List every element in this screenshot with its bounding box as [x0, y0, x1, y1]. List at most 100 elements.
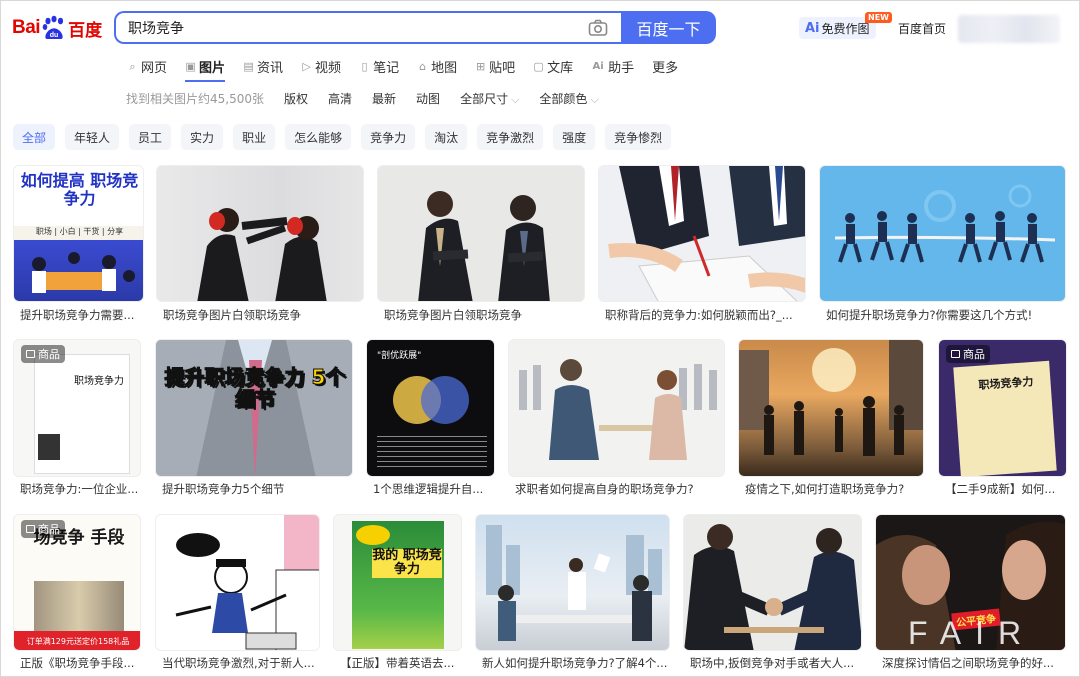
result-thumbnail[interactable]: 我的 职场竞争力 — [333, 514, 462, 651]
result-caption[interactable]: 职场竞争力:一位企业... — [20, 481, 141, 497]
result-thumbnail[interactable] — [155, 514, 320, 651]
tab-assistant[interactable]: Ai 助手 — [591, 55, 635, 77]
image-result[interactable]: 职场竞争力 商品 职场竞争力:一位企业... — [13, 339, 141, 499]
page: Bai du 百度 百度一下 Ai 免费作图 NEW 百度首页 ⌕ 网页 ▣图片 — [0, 0, 1080, 677]
image-result[interactable]: 新人如何提升职场竞争力?了解4个... — [475, 514, 671, 674]
result-caption[interactable]: 如何提升职场竞争力?你需要这几个方式! — [826, 307, 1066, 323]
tab-more[interactable]: 更多 — [652, 55, 678, 77]
image-result[interactable]: 职场竞争图片白领职场竞争 — [377, 165, 585, 323]
result-caption[interactable]: 职场竞争图片白领职场竞争 — [384, 307, 584, 323]
tab-label: 地图 — [431, 60, 458, 76]
result-thumbnail[interactable] — [738, 339, 924, 477]
search-input[interactable] — [128, 18, 568, 38]
text-lines — [377, 436, 487, 470]
logo-text-bai: Bai — [12, 17, 41, 38]
result-thumbnail[interactable] — [598, 165, 806, 302]
image-result[interactable]: 提升职场竞争力 5个细节 提升职场竞争力5个细节 — [155, 339, 353, 499]
filter-latest[interactable]: 最新 — [372, 90, 396, 107]
tag-chip[interactable]: 竞争力 — [361, 124, 416, 150]
image-result[interactable]: 职场中,扳倒竞争对手或者大人... — [683, 514, 863, 674]
venn-diagram — [393, 376, 469, 424]
tag-chip[interactable]: 职业 — [233, 124, 276, 150]
tag-chip[interactable]: 强度 — [553, 124, 596, 150]
tab-label: 更多 — [652, 60, 679, 76]
boxing-women-photo — [197, 208, 327, 301]
result-caption[interactable]: 职场中,扳倒竞争对手或者大人... — [690, 655, 862, 671]
tab-tieba[interactable]: ⊞ 贴吧 — [475, 55, 515, 77]
search-button[interactable]: 百度一下 — [621, 11, 716, 44]
baidu-home-link[interactable]: 百度首页 — [898, 20, 946, 37]
tab-images[interactable]: ▣ 图片 — [185, 55, 226, 82]
image-result[interactable]: 公平竞争 FAIR 深度探讨情侣之间职场竞争的好... — [875, 514, 1067, 674]
tab-news[interactable]: ▤ 资讯 — [243, 55, 283, 77]
document-icon: ▢ — [533, 59, 544, 73]
result-caption[interactable]: 【二手9成新】如何... — [945, 481, 1067, 497]
tab-wenku[interactable]: ▢ 文库 — [533, 55, 573, 77]
user-account-blurred[interactable] — [958, 15, 1060, 43]
tab-video[interactable]: ▷ 视频 — [301, 55, 341, 77]
result-caption[interactable]: 职场竞争图片白领职场竞争 — [163, 307, 363, 323]
tieba-icon: ⊞ — [475, 59, 486, 73]
result-thumbnail[interactable]: 场竞争 手段 订单满129元送定价158礼品 商品 — [13, 514, 141, 651]
image-result[interactable]: 我的 职场竞争力 【正版】带着英语去... — [333, 514, 463, 674]
image-result[interactable]: 职称背后的竞争力:如何脱颖而出?_... — [598, 165, 806, 323]
shopping-bag-icon — [26, 525, 35, 533]
result-thumbnail[interactable] — [475, 514, 670, 651]
image-result[interactable]: 当代职场竞争激烈,对于新人... — [155, 514, 321, 674]
tag-chip[interactable]: 竞争激烈 — [477, 124, 544, 150]
tab-label: 笔记 — [373, 60, 400, 76]
result-thumbnail[interactable] — [819, 165, 1066, 302]
result-thumbnail[interactable] — [683, 514, 862, 651]
tag-chip[interactable]: 实力 — [181, 124, 224, 150]
tab-map[interactable]: ⌂ 地图 — [417, 55, 457, 77]
result-thumbnail[interactable]: 提升职场竞争力 5个细节 — [155, 339, 353, 477]
tab-notes[interactable]: ▯ 笔记 — [359, 55, 400, 77]
result-thumbnail[interactable]: 公平竞争 FAIR — [875, 514, 1066, 651]
image-result[interactable]: 如何提升职场竞争力?你需要这几个方式! — [819, 165, 1067, 323]
tag-chip[interactable]: 全部 — [13, 124, 56, 150]
result-caption[interactable]: 正版《职场竞争手段... — [20, 655, 142, 671]
result-caption[interactable]: 1个思维逻辑提升自... — [373, 481, 495, 497]
image-result[interactable]: 求职者如何提高自身的职场竞争力? — [508, 339, 726, 499]
result-caption[interactable]: 【正版】带着英语去... — [340, 655, 462, 671]
image-result[interactable]: "剖优跃展" 1个思维逻辑提升自... — [366, 339, 496, 499]
result-caption[interactable]: 疫情之下,如何打造职场竞争力? — [745, 481, 925, 497]
logo-text-cn: 百度 — [68, 20, 103, 41]
filter-hd[interactable]: 高清 — [328, 90, 352, 107]
camera-icon[interactable] — [588, 19, 608, 37]
filter-animated[interactable]: 动图 — [416, 90, 440, 107]
result-thumbnail[interactable]: 如何提高 职场竞争力 职场 | 小白 | 干货 | 分享 — [13, 165, 144, 302]
result-caption[interactable]: 新人如何提升职场竞争力?了解4个... — [482, 655, 670, 671]
vertical-tabs: ⌕ 网页 ▣ 图片 ▤ 资讯 ▷ 视频 ▯ 笔记 ⌂ 地图 ⊞ 贴吧 ▢ 文库 Ai 助手 更多 — [127, 55, 678, 82]
result-thumbnail[interactable] — [377, 165, 585, 302]
tag-chip[interactable]: 年轻人 — [65, 124, 120, 150]
image-result[interactable]: 职场竞争力 商品 【二手9成新】如何... — [938, 339, 1067, 499]
result-thumbnail[interactable] — [508, 339, 725, 477]
baidu-logo[interactable]: Bai du 百度 — [12, 12, 102, 44]
related-tags: 全部 年轻人 员工 实力 职业 怎么能够 竞争力 淘汰 竞争激烈 强度 竞争惨烈 — [13, 124, 672, 150]
tag-chip[interactable]: 竞争惨烈 — [605, 124, 672, 150]
result-caption[interactable]: 深度探讨情侣之间职场竞争的好... — [882, 655, 1066, 671]
filter-copyright[interactable]: 版权 — [284, 90, 308, 107]
image-result[interactable]: 场竞争 手段 订单满129元送定价158礼品 商品 正版《职场竞争手段... — [13, 514, 142, 674]
image-result[interactable]: 职场竞争图片白领职场竞争 — [156, 165, 364, 323]
thumb-subtitle: 职场 | 小白 | 干货 | 分享 — [35, 227, 124, 236]
result-caption[interactable]: 提升职场竞争力5个细节 — [162, 481, 352, 497]
tag-chip[interactable]: 员工 — [129, 124, 172, 150]
result-caption[interactable]: 职称背后的竞争力:如何脱颖而出?_... — [605, 307, 805, 323]
result-thumbnail[interactable]: "剖优跃展" — [366, 339, 495, 477]
filter-size-dropdown[interactable]: 全部尺寸 — [460, 90, 519, 107]
result-caption[interactable]: 当代职场竞争激烈,对于新人... — [162, 655, 322, 671]
image-result[interactable]: 疫情之下,如何打造职场竞争力? — [738, 339, 925, 499]
filter-color-dropdown[interactable]: 全部颜色 — [539, 90, 598, 107]
product-badge: 商品 — [21, 520, 65, 538]
result-caption[interactable]: 求职者如何提高自身的职场竞争力? — [515, 481, 725, 497]
result-caption[interactable]: 提升职场竞争力需要... — [20, 307, 144, 323]
tag-chip[interactable]: 淘汰 — [425, 124, 468, 150]
result-thumbnail[interactable]: 职场竞争力 商品 — [938, 339, 1067, 477]
result-thumbnail[interactable] — [156, 165, 364, 302]
tab-web[interactable]: ⌕ 网页 — [127, 55, 167, 77]
result-thumbnail[interactable]: 职场竞争力 商品 — [13, 339, 141, 477]
image-result[interactable]: 如何提高 职场竞争力 职场 | 小白 | 干货 | 分享 提升职场竞争力需要..… — [13, 165, 144, 323]
tag-chip[interactable]: 怎么能够 — [285, 124, 352, 150]
